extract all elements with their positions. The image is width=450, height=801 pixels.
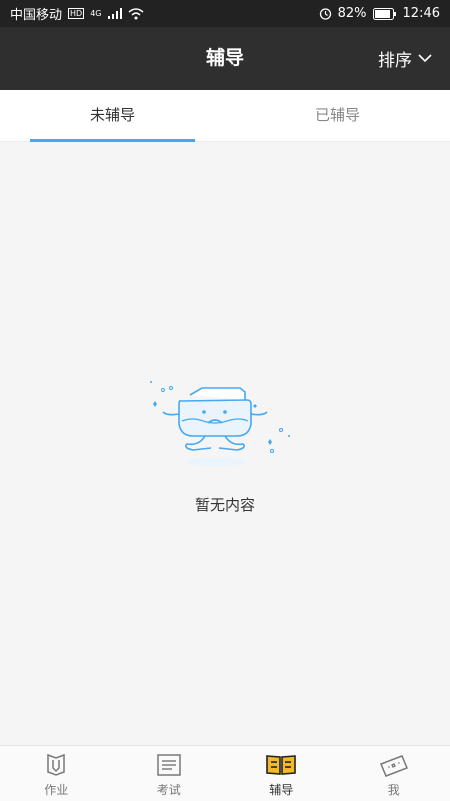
nav-item-me[interactable]: 我 (338, 746, 450, 801)
sort-button[interactable]: 排序 (378, 27, 432, 90)
tab-tutored[interactable]: 已辅导 (225, 90, 450, 141)
nav-item-homework[interactable]: 作业 (0, 746, 113, 801)
wifi-icon (128, 8, 144, 20)
ticket-icon (378, 752, 410, 778)
chevron-down-icon (418, 54, 432, 63)
status-bar: 中国移动 HD 4G 82% 12:46 (0, 0, 450, 27)
carrier-label: 中国移动 (10, 4, 62, 23)
nav-item-tutoring[interactable]: 辅导 (225, 746, 338, 801)
signal-icon (108, 8, 122, 19)
bottom-navigation: 作业 考试 辅导 我 (0, 745, 450, 801)
battery-icon (373, 8, 397, 20)
sort-label: 排序 (378, 46, 412, 71)
document-icon (155, 752, 183, 778)
nav-label-tutoring: 辅导 (269, 781, 293, 798)
header: 辅导 排序 (0, 27, 450, 90)
hd-icon: HD (68, 8, 84, 19)
pencil-book-icon (43, 752, 69, 778)
tab-untutored[interactable]: 未辅导 (0, 90, 225, 141)
battery-percent: 82% (338, 6, 367, 21)
empty-state: 暂无内容 (0, 378, 450, 515)
open-book-icon (265, 752, 297, 778)
nav-item-exam[interactable]: 考试 (113, 746, 226, 801)
clock: 12:46 (403, 6, 440, 21)
nav-label-me: 我 (388, 781, 400, 798)
empty-message: 暂无内容 (0, 494, 450, 515)
nav-label-exam: 考试 (157, 781, 181, 798)
nav-label-homework: 作业 (44, 781, 68, 798)
empty-folder-icon (145, 378, 305, 482)
network-label: 4G (90, 9, 101, 18)
tab-bar: 未辅导 已辅导 (0, 90, 450, 142)
alarm-icon (319, 7, 332, 20)
